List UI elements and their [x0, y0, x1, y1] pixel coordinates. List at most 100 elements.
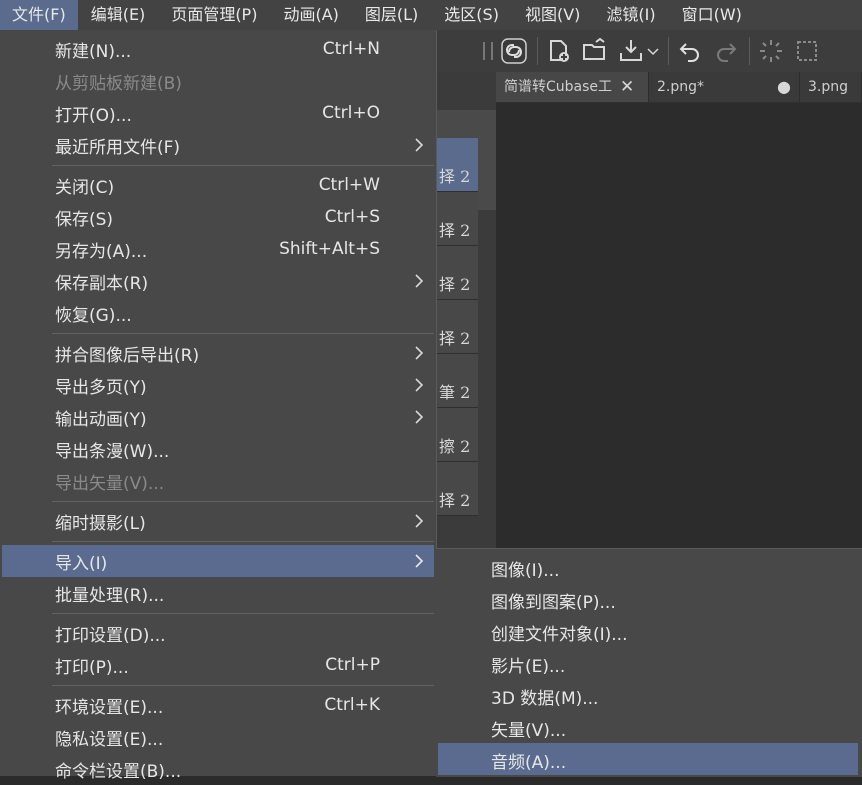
chevron-right-icon [415, 554, 424, 568]
menu-item-label: 保存(S) [55, 209, 114, 230]
menu-item-label: 图像(I)... [491, 561, 560, 581]
undo-icon[interactable] [675, 36, 705, 66]
menu-item-privacy-settings[interactable]: 隐私设置(E)... [2, 721, 434, 753]
file-menu: 新建(N)... Ctrl+N 从剪贴板新建(B) 打开(O)... Ctrl+O … [0, 30, 437, 782]
menu-item-label: 命令栏设置(B)... [55, 761, 182, 782]
submenu-item-file-object[interactable]: 创建文件对象(I)... [438, 615, 858, 647]
menu-item-command-bar-settings[interactable]: 命令栏设置(B)... [2, 753, 434, 785]
toolbar-separator [537, 37, 538, 65]
menu-item-print-setup[interactable]: 打印设置(D)... [2, 617, 434, 649]
submenu-item-3d-data[interactable]: 3D 数据(M)... [438, 679, 858, 711]
toolbar-separator [749, 37, 750, 65]
menu-separator [52, 501, 434, 502]
menu-item-label: 保存副本(R) [55, 273, 149, 294]
menu-item-flatten-export[interactable]: 拼合图像后导出(R) [2, 337, 434, 369]
menu-layer[interactable]: 图层(L) [352, 0, 431, 30]
chevron-right-icon [415, 138, 424, 152]
list-item[interactable]: 擦 2 [436, 408, 478, 462]
tab-document-1[interactable]: 简谱转Cubase工 ✕ [496, 72, 649, 102]
open-folder-icon[interactable] [580, 36, 610, 66]
menu-item-label: 恢复(G)... [55, 305, 132, 326]
spinner-icon[interactable] [756, 36, 786, 66]
shortcut-label: Ctrl+K [324, 695, 380, 715]
menu-item-save-as[interactable]: 另存为(A)... Shift+Alt+S [2, 233, 434, 265]
menu-item-revert[interactable]: 恢复(G)... [2, 297, 434, 329]
menu-animation[interactable]: 动画(A) [270, 0, 351, 30]
list-item[interactable]: 择 2 [436, 138, 478, 192]
menu-item-batch-process[interactable]: 批量处理(R)... [2, 577, 434, 609]
list-item[interactable]: 择 2 [436, 246, 478, 300]
list-item-label: 择 2 [439, 491, 471, 510]
chevron-right-icon [415, 346, 424, 360]
menu-item-label: 导出多页(Y) [55, 377, 147, 398]
menu-item-label: 音频(A)... [491, 753, 567, 773]
chevron-right-icon [415, 378, 424, 392]
menu-filter[interactable]: 滤镜(I) [593, 0, 668, 30]
menu-separator [52, 541, 434, 542]
submenu-item-movie[interactable]: 影片(E)... [438, 647, 858, 679]
shortcut-label: Ctrl+O [322, 103, 380, 123]
tab-label: 2.png* [657, 79, 705, 95]
submenu-item-audio[interactable]: 音频(A)... [438, 743, 858, 775]
shortcut-label: Ctrl+S [324, 207, 380, 227]
menu-item-export-multipage[interactable]: 导出多页(Y) [2, 369, 434, 401]
list-item[interactable]: 择 2 [436, 462, 478, 516]
unsaved-dot-icon: ● [777, 77, 791, 96]
menu-item-save-copy[interactable]: 保存副本(R) [2, 265, 434, 297]
import-submenu: 图像(I)... 图像到图案(P)... 创建文件对象(I)... 影片(E).… [436, 548, 862, 777]
menu-item-label: 关闭(C) [55, 177, 115, 198]
menu-view[interactable]: 视图(V) [512, 0, 593, 30]
menu-item-new[interactable]: 新建(N)... Ctrl+N [2, 33, 434, 65]
menu-item-export-webtoon[interactable]: 导出条漫(W)... [2, 433, 434, 465]
menu-item-label: 缩时摄影(L) [55, 513, 146, 534]
menu-item-preferences[interactable]: 环境设置(E)... Ctrl+K [2, 689, 434, 721]
menu-separator [52, 165, 434, 166]
menu-item-timelapse[interactable]: 缩时摄影(L) [2, 505, 434, 537]
tab-document-2[interactable]: 2.png* ● [649, 72, 800, 102]
menu-item-label: 环境设置(E)... [55, 697, 164, 718]
list-item-label: 筆 2 [439, 383, 471, 402]
selection-icon[interactable] [792, 36, 822, 66]
menu-item-label: 批量处理(R)... [55, 585, 165, 606]
menu-item-print[interactable]: 打印(P)... Ctrl+P [2, 649, 434, 681]
menu-file[interactable]: 文件(F) [0, 0, 78, 30]
menu-item-label: 从剪贴板新建(B) [55, 73, 182, 94]
tab-label: 简谱转Cubase工 [504, 79, 613, 95]
menu-edit[interactable]: 编辑(E) [78, 0, 159, 30]
list-item[interactable]: 择 2 [436, 192, 478, 246]
close-icon[interactable]: ✕ [620, 72, 634, 102]
menu-item-export-animation[interactable]: 输出动画(Y) [2, 401, 434, 433]
menu-item-close[interactable]: 关闭(C) Ctrl+W [2, 169, 434, 201]
link-icon[interactable] [499, 36, 529, 66]
menu-item-recent-files[interactable]: 最近所用文件(F) [2, 129, 434, 161]
redo-icon[interactable] [711, 36, 741, 66]
menu-selection[interactable]: 选区(S) [431, 0, 512, 30]
menu-item-label: 打开(O)... [55, 105, 132, 126]
list-item[interactable]: 择 2 [436, 300, 478, 354]
import-icon[interactable] [616, 36, 646, 66]
chevron-down-icon[interactable] [646, 36, 660, 66]
menu-item-export-vector: 导出矢量(V)... [2, 465, 434, 497]
submenu-item-image[interactable]: 图像(I)... [438, 551, 858, 583]
list-item[interactable]: 筆 2 [436, 354, 478, 408]
submenu-item-image-to-pattern[interactable]: 图像到图案(P)... [438, 583, 858, 615]
menu-page-management[interactable]: 页面管理(P) [158, 0, 270, 30]
menu-item-import[interactable]: 导入(I) [2, 545, 434, 577]
menu-item-label: 导入(I) [55, 553, 108, 574]
canvas-area[interactable] [496, 103, 862, 548]
submenu-item-vector[interactable]: 矢量(V)... [438, 711, 858, 743]
toolbar-separator [668, 37, 669, 65]
menu-separator [52, 613, 434, 614]
menu-separator [52, 685, 434, 686]
menu-item-new-from-clipboard: 从剪贴板新建(B) [2, 65, 434, 97]
menu-item-open[interactable]: 打开(O)... Ctrl+O [2, 97, 434, 129]
menu-window[interactable]: 窗口(W) [669, 0, 755, 30]
tab-document-3[interactable]: 3.png [800, 72, 862, 102]
toolbar-grip[interactable] [483, 42, 493, 60]
menu-item-label: 输出动画(Y) [55, 409, 147, 430]
list-item-label: 择 2 [439, 329, 471, 348]
menu-item-save[interactable]: 保存(S) Ctrl+S [2, 201, 434, 233]
menu-item-label: 打印设置(D)... [55, 625, 166, 646]
chevron-right-icon [415, 410, 424, 424]
new-file-icon[interactable] [544, 36, 574, 66]
